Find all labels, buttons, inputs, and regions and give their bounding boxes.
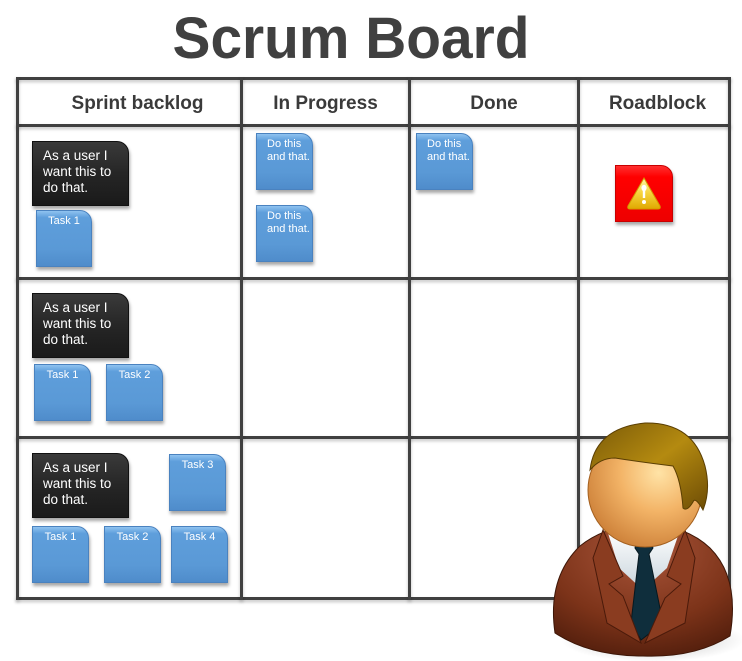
column-header-roadblock: Roadblock [608,93,707,114]
user-story-card[interactable]: As a user I want this to do that. [32,293,129,358]
user-story-card[interactable]: As a user I want this to do that. [32,453,129,518]
column-header-done: Done [470,93,518,114]
column-header-sprint-backlog: Sprint backlog [71,93,204,114]
grid-line [240,77,243,600]
task-card[interactable]: Do this and that. [256,205,313,262]
task-card[interactable]: Task 2 [106,364,163,421]
task-card[interactable]: Task 4 [171,526,228,583]
grid-line [408,77,411,600]
task-card[interactable]: Task 2 [104,526,161,583]
task-card[interactable]: Do this and that. [256,133,313,190]
column-header-in-progress: In Progress [273,93,378,114]
businessman-icon [552,422,742,661]
grid-line [16,277,731,280]
user-story-card[interactable]: As a user I want this to do that. [32,141,129,206]
task-card[interactable]: Task 1 [36,210,92,267]
grid-line [16,77,19,600]
task-card[interactable]: Task 1 [34,364,91,421]
task-card[interactable]: Task 3 [169,454,226,511]
task-card[interactable]: Task 1 [32,526,89,583]
roadblock-card[interactable] [615,165,673,222]
task-card[interactable]: Do this and that. [416,133,473,190]
warning-icon [627,176,661,210]
